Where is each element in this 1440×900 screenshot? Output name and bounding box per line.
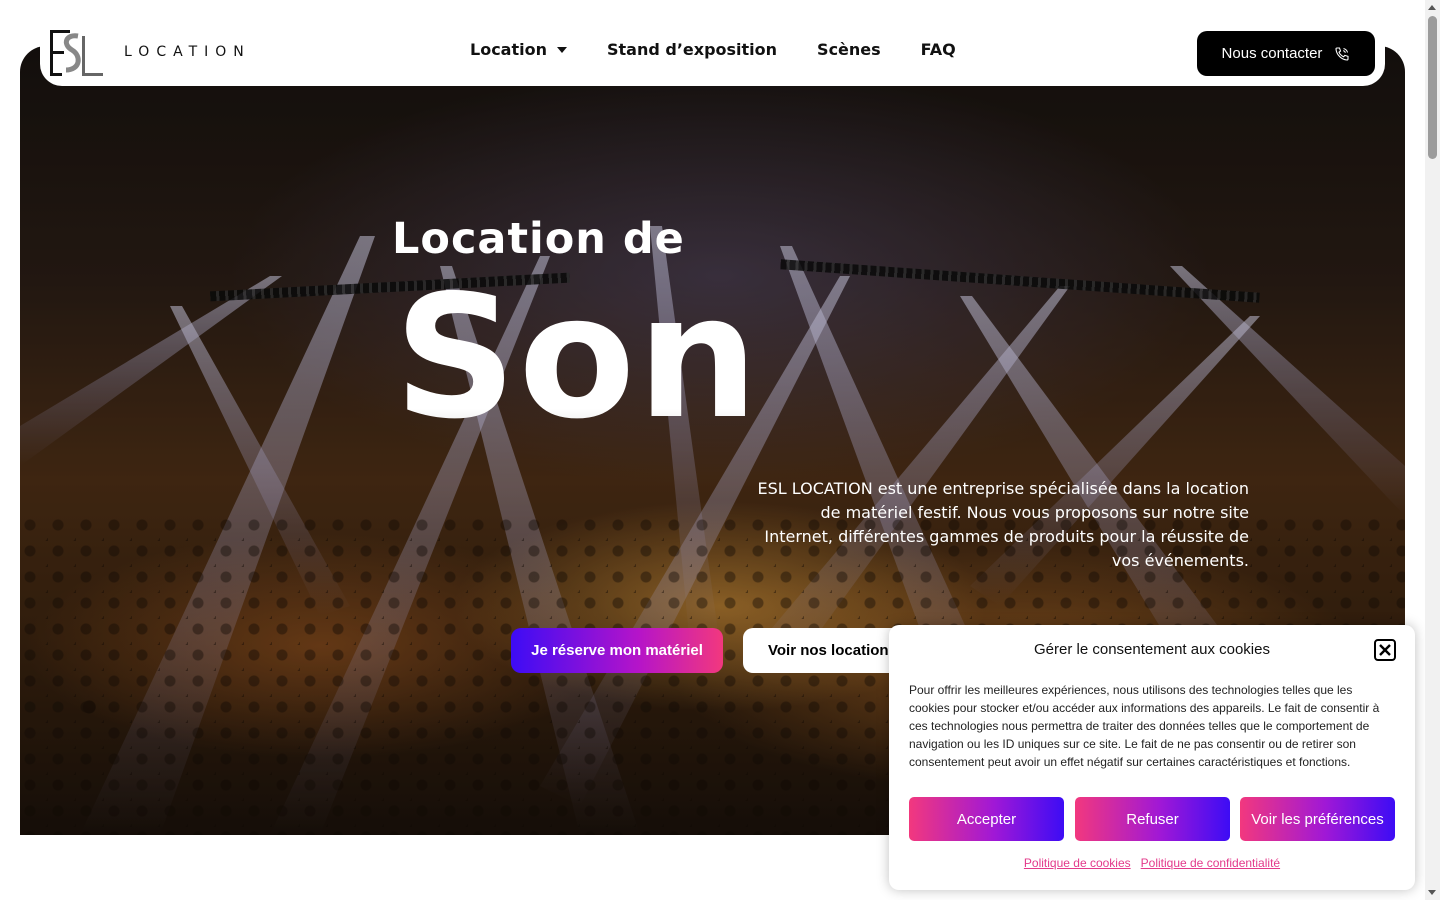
reserve-equipment-button[interactable]: Je réserve mon matériel xyxy=(511,628,723,673)
cookie-refuse-button[interactable]: Refuser xyxy=(1075,797,1230,841)
contact-button-label: Nous contacter xyxy=(1221,45,1323,62)
hero-description: ESL LOCATION est une entreprise spéciali… xyxy=(757,479,1249,570)
phone-call-icon xyxy=(1335,46,1349,61)
main-nav: Location Stand d’exposition Scènes FAQ xyxy=(470,40,956,59)
nav-item-stand[interactable]: Stand d’exposition xyxy=(607,40,777,59)
site-header: LOCATION Location Stand d’exposition Scè… xyxy=(40,18,1385,86)
caret-down-icon xyxy=(556,46,567,53)
scroll-thumb[interactable] xyxy=(1428,16,1437,159)
nav-item-location[interactable]: Location xyxy=(470,40,567,59)
page-scrollbar[interactable] xyxy=(1425,0,1440,900)
logo-wordmark: LOCATION xyxy=(124,44,251,60)
cookie-policy-links: Politique de cookies Politique de confid… xyxy=(889,856,1415,870)
nav-item-label: Location xyxy=(470,40,547,59)
nav-item-label: FAQ xyxy=(920,40,956,59)
cookie-policy-link[interactable]: Politique de cookies xyxy=(1024,856,1131,870)
logo[interactable]: LOCATION xyxy=(48,30,258,78)
hero-title-big: Son xyxy=(394,259,761,457)
close-x-icon xyxy=(1379,644,1391,656)
hero-title-small: Location de xyxy=(392,214,685,264)
esl-logo-mark xyxy=(50,30,103,76)
cookie-text: Pour offrir les meilleures expériences, … xyxy=(909,683,1380,769)
cookie-preferences-button[interactable]: Voir les préférences xyxy=(1240,797,1395,841)
privacy-policy-link[interactable]: Politique de confidentialité xyxy=(1141,856,1280,870)
scroll-down-arrow-icon[interactable] xyxy=(1428,890,1436,895)
cookie-accept-button[interactable]: Accepter xyxy=(909,797,1064,841)
scroll-up-arrow-icon[interactable] xyxy=(1428,5,1436,10)
contact-button[interactable]: Nous contacter xyxy=(1197,31,1375,76)
close-icon[interactable] xyxy=(1374,639,1396,661)
nav-item-label: Stand d’exposition xyxy=(606,40,778,59)
cookie-title: Gérer le consentement aux cookies xyxy=(1034,641,1270,658)
nav-item-faq[interactable]: FAQ xyxy=(921,40,956,59)
nav-item-label: Scènes xyxy=(817,40,881,59)
nav-item-scenes[interactable]: Scènes xyxy=(817,40,881,59)
cookie-consent-banner: Gérer le consentement aux cookies Pour o… xyxy=(889,625,1415,890)
